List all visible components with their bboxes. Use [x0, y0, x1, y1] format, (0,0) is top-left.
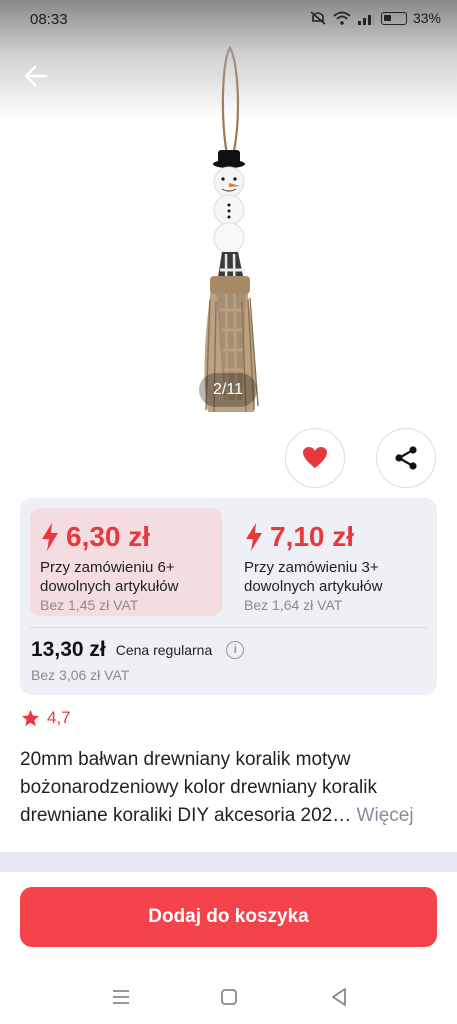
- rating[interactable]: 4,7: [21, 708, 71, 728]
- tier-vat: Bez 1,64 zł VAT: [244, 597, 343, 613]
- more-link[interactable]: Więcej: [357, 805, 414, 826]
- wifi-icon: [333, 11, 351, 25]
- system-nav-bar: [0, 972, 457, 1020]
- mute-icon: [310, 11, 326, 25]
- tier-price-row: 7,10 zł: [244, 518, 416, 556]
- star-icon: [21, 709, 40, 726]
- product-title: 20mm bałwan drewniany koralik motyw bożo…: [20, 746, 440, 830]
- tier-price: 6,30 zł: [66, 521, 151, 552]
- regular-price-vat: Bez 3,06 zł VAT: [31, 667, 130, 683]
- status-icons: 33%: [309, 10, 441, 26]
- tier-price: 7,10 zł: [270, 521, 355, 552]
- battery-percent: 33%: [412, 10, 441, 26]
- tier-price-row: 6,30 zł: [40, 518, 212, 556]
- image-counter: 2/11: [199, 373, 257, 407]
- section-separator: [0, 852, 457, 872]
- price-tier-6plus[interactable]: 6,30 zł Przy zamówieniu 6+ dowolnych art…: [30, 508, 222, 616]
- lightning-icon: [246, 523, 262, 551]
- bottom-bar: Dodaj do koszyka: [0, 872, 457, 1024]
- tier-condition: Przy zamówieniu 6+ dowolnych artykułów: [40, 559, 179, 595]
- price-tier-3plus[interactable]: 7,10 zł Przy zamówieniu 3+ dowolnych art…: [234, 508, 426, 616]
- back-triangle-icon[interactable]: [326, 984, 352, 1010]
- status-time: 08:33: [30, 11, 68, 28]
- lightning-icon: [42, 523, 58, 551]
- share-icon: [395, 446, 417, 470]
- share-button[interactable]: [376, 428, 436, 488]
- price-card: 6,30 zł Przy zamówieniu 6+ dowolnych art…: [20, 498, 437, 695]
- battery-icon: [380, 11, 407, 25]
- info-icon[interactable]: i: [226, 641, 245, 659]
- status-bar: 08:33 33%: [0, 0, 457, 40]
- favorite-button[interactable]: [285, 428, 345, 488]
- tier-condition: Przy zamówieniu 3+ dowolnych artykułów: [244, 559, 383, 595]
- menu-icon[interactable]: [108, 984, 134, 1010]
- product-title-text: 20mm bałwan drewniany koralik motyw bożo…: [20, 749, 377, 826]
- home-icon[interactable]: [216, 984, 242, 1010]
- product-gallery[interactable]: 08:33 33% 2/11: [0, 0, 457, 440]
- heart-icon: [303, 447, 327, 468]
- rating-value: 4,7: [47, 708, 71, 727]
- signal-icon: [357, 12, 375, 25]
- add-to-cart-button[interactable]: Dodaj do koszyka: [20, 887, 437, 947]
- regular-price-label: Cena regularna: [115, 642, 213, 658]
- regular-price: 13,30 zł: [31, 638, 106, 661]
- price-divider: [30, 627, 427, 628]
- back-arrow-icon[interactable]: [20, 60, 52, 92]
- regular-price-row: 13,30 zł Cena regularna i: [31, 638, 245, 662]
- tier-vat: Bez 1,45 zł VAT: [40, 597, 139, 613]
